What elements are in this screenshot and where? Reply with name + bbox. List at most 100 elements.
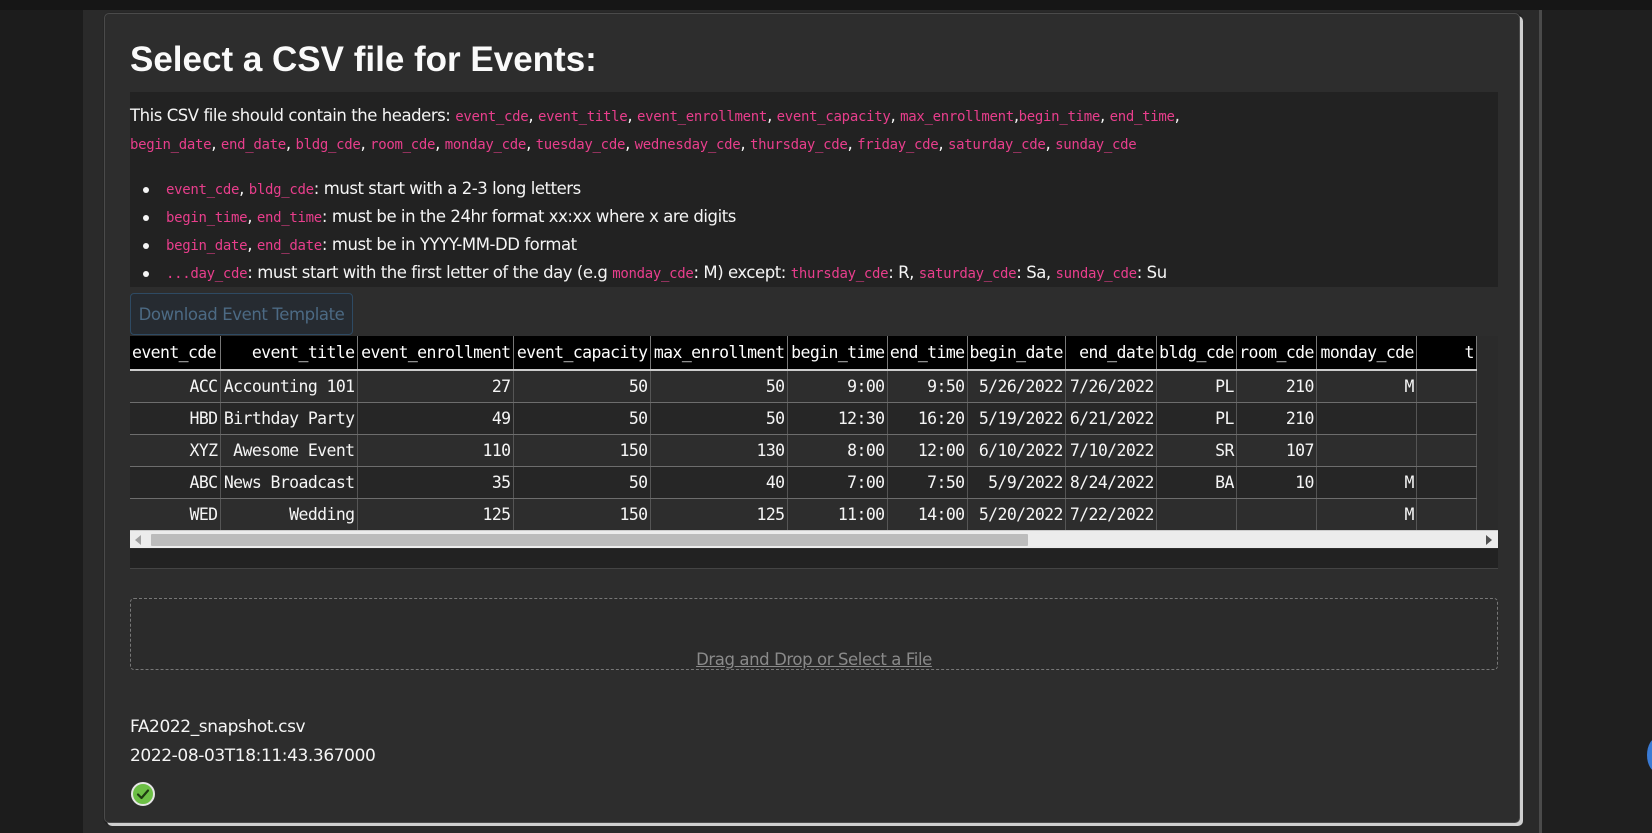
header-code: event_enrollment (637, 109, 768, 125)
rule-code: saturday_cde (918, 266, 1017, 282)
column-header[interactable]: monday_cde (1316, 336, 1417, 371)
table-row: XYZ Awesome Event 110 150 130 8:00 12:00 6/10/2… (130, 434, 1477, 467)
bullet-icon (143, 187, 149, 193)
headers-line-2: begin_date, end_date, bldg_cde, room_cde… (130, 134, 1137, 153)
table-cell (1416, 466, 1477, 499)
column-header[interactable]: event_title (220, 336, 358, 371)
rule-code: bldg_cde (248, 182, 314, 198)
rule-code: monday_cde (612, 266, 694, 282)
checkmark-icon (136, 789, 150, 800)
column-header[interactable]: max_enrollment (650, 336, 788, 371)
table-header-row: event_cde event_title event_enrollment even… (130, 336, 1477, 371)
table-cell: WED (130, 498, 221, 530)
header-code: room_cde (370, 137, 436, 153)
table-cell: 11:00 (787, 498, 888, 530)
column-header[interactable]: t (1416, 336, 1477, 371)
rule-text: : Sa, (1016, 263, 1056, 282)
download-template-button[interactable]: Download Event Template (130, 293, 353, 335)
table-footer-band (130, 549, 1498, 569)
headers-line-1: This CSV file should contain the headers… (130, 106, 1180, 125)
scroll-thumb[interactable] (151, 534, 1028, 546)
scroll-right-icon[interactable] (1486, 535, 1492, 545)
scroll-left-icon[interactable] (135, 535, 141, 545)
header-code: event_capacity (776, 109, 891, 125)
rule-text: : Su (1136, 263, 1167, 282)
rule-code: begin_date (166, 238, 248, 254)
rule-text: : must start with the first letter of th… (247, 263, 613, 282)
header-code: event_title (537, 109, 628, 125)
table-cell (1156, 498, 1237, 530)
table-cell: Accounting 101 (220, 370, 358, 403)
bullet-icon (143, 215, 149, 221)
column-header[interactable]: bldg_cde (1156, 336, 1237, 371)
uploaded-filename: FA2022_snapshot.csv (130, 717, 306, 737)
table-cell: 9:00 (787, 370, 888, 403)
table-cell: 7:50 (887, 466, 968, 499)
header-code: bldg_cde (295, 137, 361, 153)
table-cell: M (1316, 498, 1417, 530)
check-circle-icon (131, 782, 155, 806)
table-cell: 7/22/2022 (1065, 498, 1157, 530)
horizontal-scrollbar[interactable] (130, 530, 1498, 548)
table-cell: News Broadcast (220, 466, 358, 499)
header-code: tuesday_cde (535, 137, 626, 153)
table-cell: PL (1156, 370, 1237, 403)
left-gutter (0, 10, 83, 833)
table-cell (1416, 370, 1477, 403)
top-bar (0, 0, 1652, 10)
header-code: thursday_cde (749, 137, 848, 153)
table-cell: 210 (1236, 402, 1317, 435)
table-cell: 5/20/2022 (967, 498, 1066, 530)
rule-text: : must be in the 24hr format xx:xx where… (321, 207, 736, 226)
bullet-icon (143, 243, 149, 249)
column-header[interactable]: begin_time (787, 336, 888, 371)
csv-preview-table[interactable]: event_cde event_title event_enrollment even… (130, 336, 1498, 530)
table-row: HBD Birthday Party 49 50 50 12:30 16:20 5/19/20… (130, 402, 1477, 435)
header-code: wednesday_cde (634, 137, 741, 153)
table-cell: 12:30 (787, 402, 888, 435)
table-cell: Wedding (220, 498, 358, 530)
dropzone-label[interactable]: Drag and Drop or Select a File (131, 650, 1497, 669)
table-cell: 7:00 (787, 466, 888, 499)
column-header[interactable]: event_capacity (513, 336, 651, 371)
header-code: begin_date (130, 137, 212, 153)
table-cell: 35 (357, 466, 514, 499)
table-cell: 6/21/2022 (1065, 402, 1157, 435)
column-header[interactable]: room_cde (1236, 336, 1317, 371)
column-header[interactable]: event_enrollment (357, 336, 514, 371)
table-cell (1416, 434, 1477, 467)
table-cell: 125 (650, 498, 788, 530)
table-cell: 5/9/2022 (967, 466, 1066, 499)
table-cell (1416, 498, 1477, 530)
header-code: friday_cde (857, 137, 939, 153)
column-header[interactable]: end_date (1065, 336, 1157, 371)
rule-code: end_date (256, 238, 322, 254)
column-header[interactable]: event_cde (130, 336, 221, 371)
header-code: begin_time (1018, 109, 1101, 125)
table-cell: 50 (650, 370, 788, 403)
table-cell: 8/24/2022 (1065, 466, 1157, 499)
bullet-icon (143, 271, 149, 277)
table-cell: 5/26/2022 (967, 370, 1066, 403)
rule-text: : must start with a 2-3 long letters (313, 179, 581, 198)
table-cell: 10 (1236, 466, 1317, 499)
table-cell: M (1316, 370, 1417, 403)
page-title: Select a CSV file for Events: (130, 40, 597, 79)
rule-code: event_cde (166, 182, 240, 198)
table-cell: 50 (513, 370, 651, 403)
table-cell (1236, 498, 1317, 530)
table-cell: 12:00 (887, 434, 968, 467)
rules-list: event_cde, bldg_cde: must start with a 2… (130, 176, 1167, 288)
rule-text: : must be in YYYY-MM-DD format (321, 235, 577, 254)
rule-text: : R, (888, 263, 919, 282)
column-header[interactable]: begin_date (967, 336, 1066, 371)
table-cell (1416, 402, 1477, 435)
rule-item: event_cde, bldg_cde: must start with a 2… (130, 176, 1167, 204)
table-cell: 27 (357, 370, 514, 403)
table-cell: 50 (513, 402, 651, 435)
right-pane (1542, 10, 1652, 833)
table-cell: 7/10/2022 (1065, 434, 1157, 467)
column-header[interactable]: end_time (887, 336, 968, 371)
file-dropzone[interactable]: Drag and Drop or Select a File (130, 598, 1498, 670)
rule-text: : M) except: (693, 263, 791, 282)
